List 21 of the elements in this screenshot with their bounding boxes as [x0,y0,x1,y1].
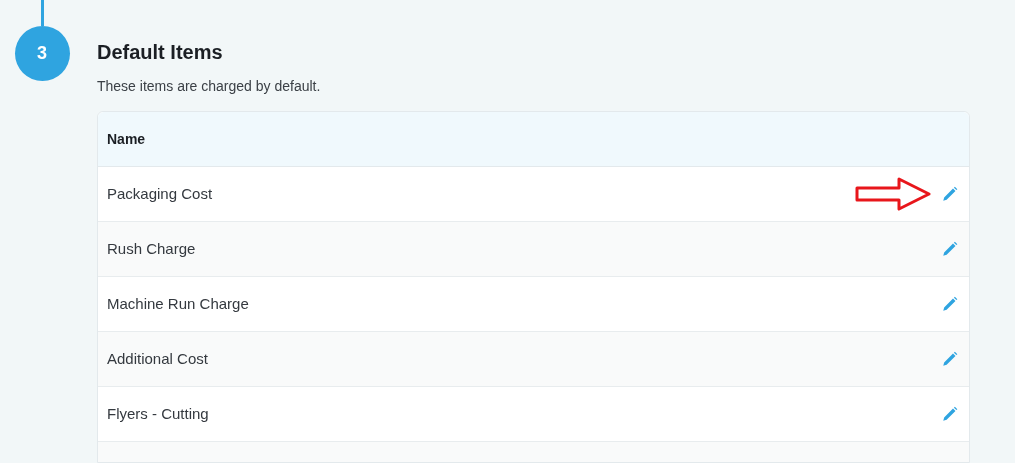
pencil-icon [941,295,959,313]
table-row[interactable]: Rush Charge [98,222,969,277]
table-row[interactable]: Additional Cost [98,332,969,387]
item-name: Flyers - Cutting [107,403,210,424]
step-number: 3 [14,26,70,81]
item-name: Additional Cost [107,348,209,369]
pencil-icon [941,350,959,368]
pencil-icon [941,185,959,203]
section-description: These items are charged by default. [97,77,322,95]
edit-button[interactable] [941,405,959,423]
item-name: Rush Charge [107,238,197,259]
edit-button[interactable] [941,240,959,258]
column-header: Name [107,129,146,149]
item-name: Packaging Cost [107,183,214,204]
pencil-icon [941,240,959,258]
section-title: Default Items [97,40,224,64]
edit-button[interactable] [941,350,959,368]
pencil-icon [941,405,959,423]
edit-button[interactable] [941,185,959,203]
item-name: Machine Run Charge [107,293,250,314]
edit-button[interactable] [941,295,959,313]
